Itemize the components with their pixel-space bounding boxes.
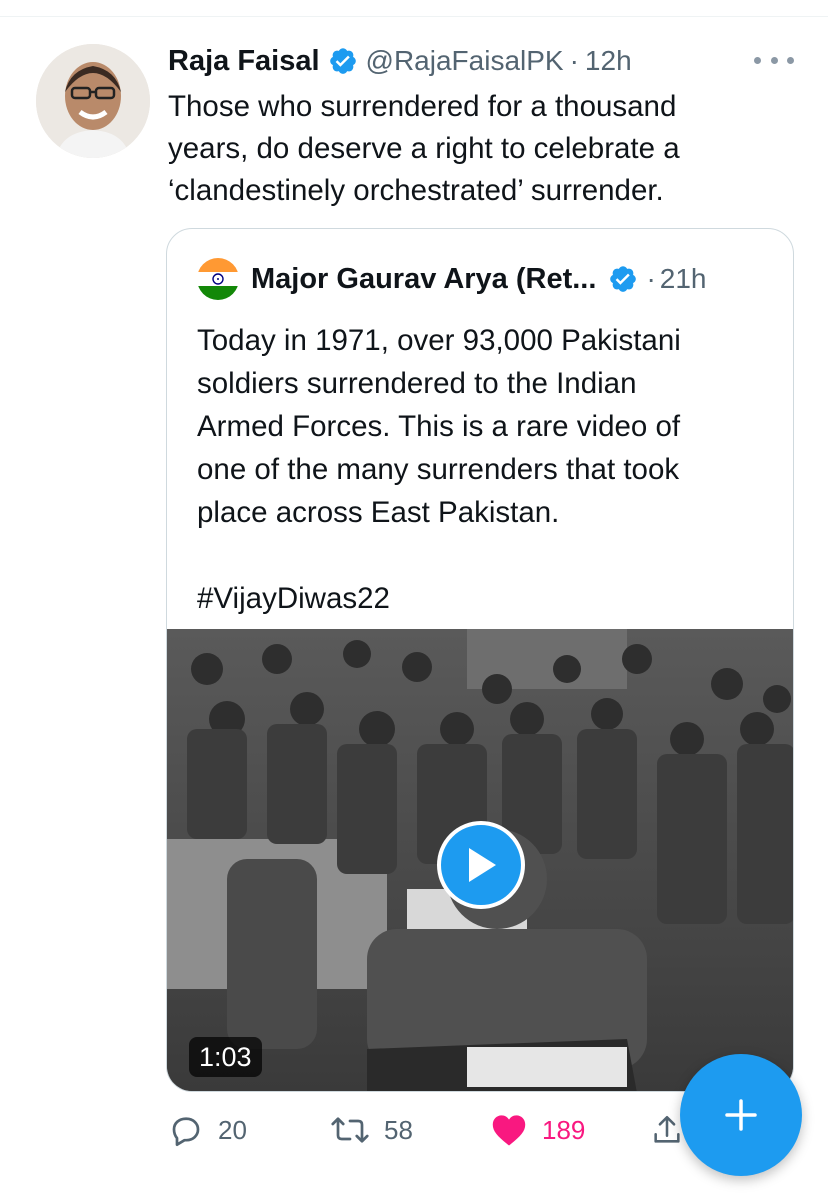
retweet-button[interactable]: 58 <box>330 1108 413 1152</box>
tweet-text: Those who surrendered for a thousand yea… <box>168 90 680 207</box>
quoted-tweet-text: Today in 1971, over 93,000 Pakistani sol… <box>197 324 681 615</box>
reply-icon <box>172 1117 200 1147</box>
compose-button[interactable] <box>680 1054 802 1176</box>
quoted-tweet-time: 21h <box>659 263 707 294</box>
quoted-author-avatar <box>197 258 239 300</box>
verified-badge-icon <box>610 266 637 292</box>
author-handle[interactable]: @RajaFaisalPK <box>366 45 564 77</box>
verified-badge-icon <box>329 48 356 74</box>
author-name[interactable]: Raja Faisal <box>168 45 320 78</box>
quoted-tweet-header: Major Gaurav Arya (Ret... · 21h <box>197 257 706 301</box>
reply-count: 20 <box>218 1114 247 1145</box>
separator-dot: · <box>569 45 579 76</box>
heart-icon <box>492 1115 526 1146</box>
video-duration-badge: 1:03 <box>189 1037 262 1077</box>
like-count: 189 <box>542 1114 586 1145</box>
quoted-author-name: Major Gaurav Arya (Ret... <box>251 262 597 295</box>
author-avatar[interactable] <box>36 44 150 158</box>
plus-icon <box>725 1099 757 1131</box>
play-button[interactable] <box>437 821 525 909</box>
retweet-icon <box>331 1117 369 1143</box>
tweet-action-bar: 20 58 189 <box>168 1108 728 1152</box>
share-button[interactable] <box>650 1108 684 1152</box>
play-icon <box>469 848 496 882</box>
retweet-count: 58 <box>384 1114 413 1145</box>
quoted-tweet-card[interactable]: Major Gaurav Arya (Ret... · 21h Today in… <box>166 228 794 1092</box>
more-dots-icon[interactable] <box>754 52 794 68</box>
share-icon <box>654 1115 680 1143</box>
reply-button[interactable]: 20 <box>168 1108 247 1152</box>
like-button[interactable]: 189 <box>490 1108 585 1152</box>
top-divider <box>0 16 828 17</box>
video-thumbnail[interactable]: 1:03 <box>167 629 793 1091</box>
tweet-header: Raja Faisal @RajaFaisalPK · 12h <box>168 40 632 82</box>
separator-dot: · <box>646 263 656 294</box>
tweet-time[interactable]: 12h <box>585 45 632 77</box>
